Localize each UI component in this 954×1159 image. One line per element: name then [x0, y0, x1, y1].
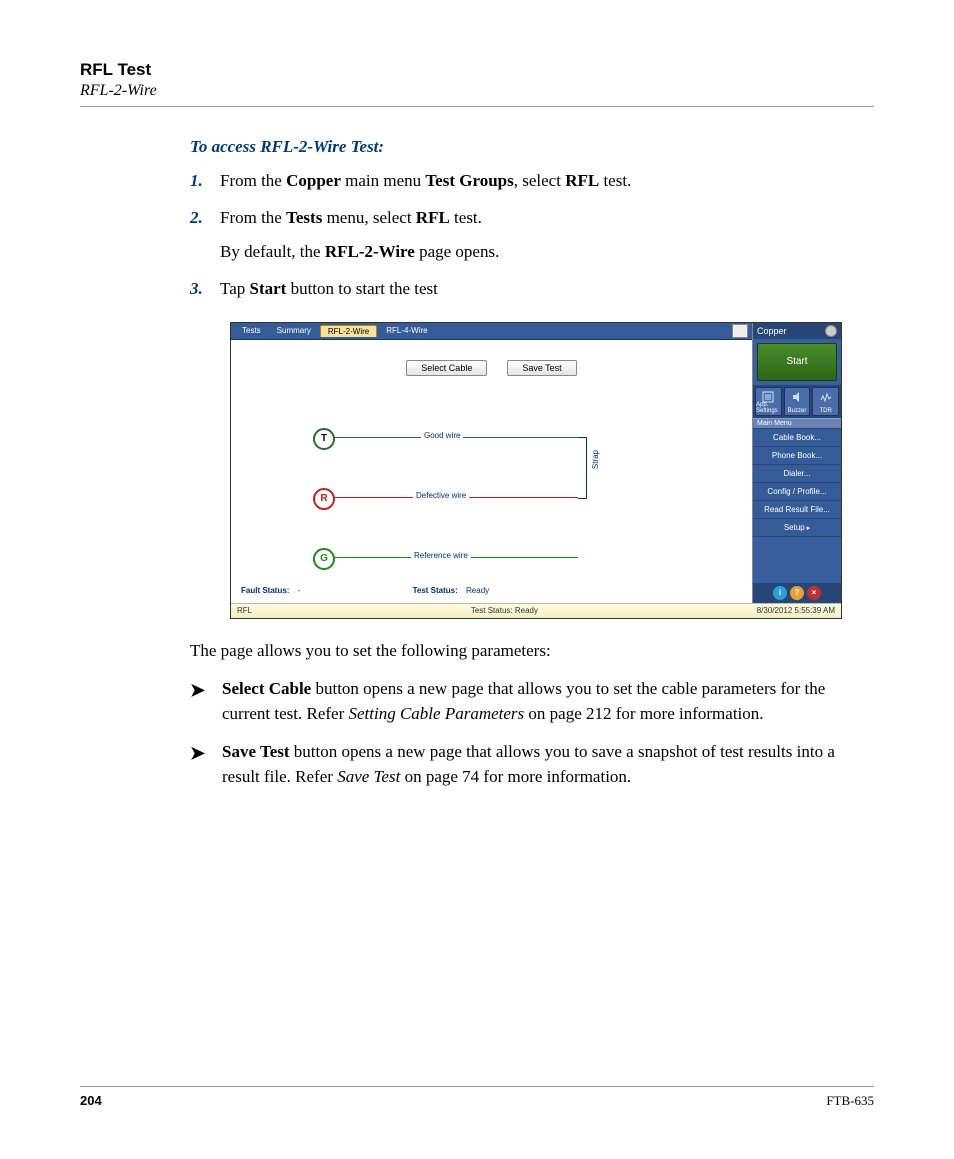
- tab-bar: Tests Summary RFL-2-Wire RFL-4-Wire: [231, 323, 752, 340]
- tab-tests[interactable]: Tests: [235, 325, 268, 336]
- menu-cable-book[interactable]: Cable Book...: [753, 429, 841, 447]
- after-text: The page allows you to set the following…: [190, 639, 874, 664]
- instruction-steps: 1. From the Copper main menu Test Groups…: [190, 169, 874, 302]
- menu-config-profile[interactable]: Config / Profile...: [753, 483, 841, 501]
- gauge-icon: [825, 325, 837, 337]
- toolbar-icon[interactable]: [732, 324, 748, 338]
- mini-buzzer[interactable]: Buzzer: [784, 387, 811, 416]
- footer-center: Test Status: Ready: [252, 606, 757, 615]
- node-r: R: [313, 488, 335, 510]
- status-row: Fault Status: - Test Status: Ready: [241, 586, 742, 595]
- node-t: T: [313, 428, 335, 450]
- doc-id: FTB-635: [826, 1093, 874, 1109]
- step-number: 1.: [190, 169, 220, 194]
- strap-label: Strap: [591, 450, 600, 469]
- wire-t-label: Good wire: [421, 431, 463, 440]
- page-footer: 204 FTB-635: [80, 1086, 874, 1109]
- step-number: 3.: [190, 277, 220, 302]
- footer-left: RFL: [237, 606, 252, 615]
- menu-read-result[interactable]: Read Result File...: [753, 501, 841, 519]
- save-test-button[interactable]: Save Test: [507, 360, 576, 376]
- screenshot-footer: RFL Test Status: Ready 8/30/2012 5:55:39…: [231, 603, 841, 618]
- instructions-heading: To access RFL-2-Wire Test:: [190, 137, 874, 157]
- bullet-arrow-icon: ➤: [190, 677, 210, 726]
- step-sub: By default, the RFL-2-Wire page opens.: [220, 240, 874, 265]
- step-number: 2.: [190, 206, 220, 265]
- mini-app-settings[interactable]: App. Settings: [755, 387, 782, 416]
- bullet-select-cable: ➤ Select Cable button opens a new page t…: [190, 677, 874, 726]
- side-menu-header: Main Menu: [753, 418, 841, 429]
- tab-rfl-4-wire[interactable]: RFL-4-Wire: [379, 325, 434, 336]
- bullet-save-test: ➤ Save Test button opens a new page that…: [190, 740, 874, 789]
- page-number: 204: [80, 1093, 102, 1109]
- step-body: From the Tests menu, select RFL test. By…: [220, 206, 874, 265]
- select-cable-button[interactable]: Select Cable: [406, 360, 487, 376]
- wire-r-label: Defective wire: [413, 491, 469, 500]
- side-panel: Copper Start App. Settings Buzzer: [753, 323, 841, 603]
- step-body: From the Copper main menu Test Groups, s…: [220, 169, 874, 194]
- page-title: RFL Test: [80, 60, 874, 80]
- step-3: 3. Tap Start button to start the test: [190, 277, 874, 302]
- strap-bracket: [578, 437, 587, 499]
- tab-summary[interactable]: Summary: [270, 325, 318, 336]
- wire-g-label: Reference wire: [411, 551, 471, 560]
- menu-dialer[interactable]: Dialer...: [753, 465, 841, 483]
- bullet-arrow-icon: ➤: [190, 740, 210, 789]
- help-icon[interactable]: ?: [790, 586, 804, 600]
- page-subtitle: RFL-2-Wire: [80, 82, 874, 100]
- tab-rfl-2-wire[interactable]: RFL-2-Wire: [320, 325, 377, 337]
- footer-timestamp: 8/30/2012 5:55:39 AM: [757, 606, 835, 615]
- menu-setup[interactable]: Setup: [753, 519, 841, 537]
- close-icon[interactable]: ×: [807, 586, 821, 600]
- menu-phone-book[interactable]: Phone Book...: [753, 447, 841, 465]
- device-screenshot: Tests Summary RFL-2-Wire RFL-4-Wire Sele…: [230, 322, 842, 619]
- step-body: Tap Start button to start the test: [220, 277, 874, 302]
- step-2: 2. From the Tests menu, select RFL test.…: [190, 206, 874, 265]
- step-1: 1. From the Copper main menu Test Groups…: [190, 169, 874, 194]
- side-title: Copper: [753, 323, 841, 339]
- bullet-list: ➤ Select Cable button opens a new page t…: [190, 677, 874, 790]
- info-icon[interactable]: i: [773, 586, 787, 600]
- mini-tdr[interactable]: TDR: [812, 387, 839, 416]
- node-g: G: [313, 548, 335, 570]
- start-button[interactable]: Start: [757, 343, 837, 381]
